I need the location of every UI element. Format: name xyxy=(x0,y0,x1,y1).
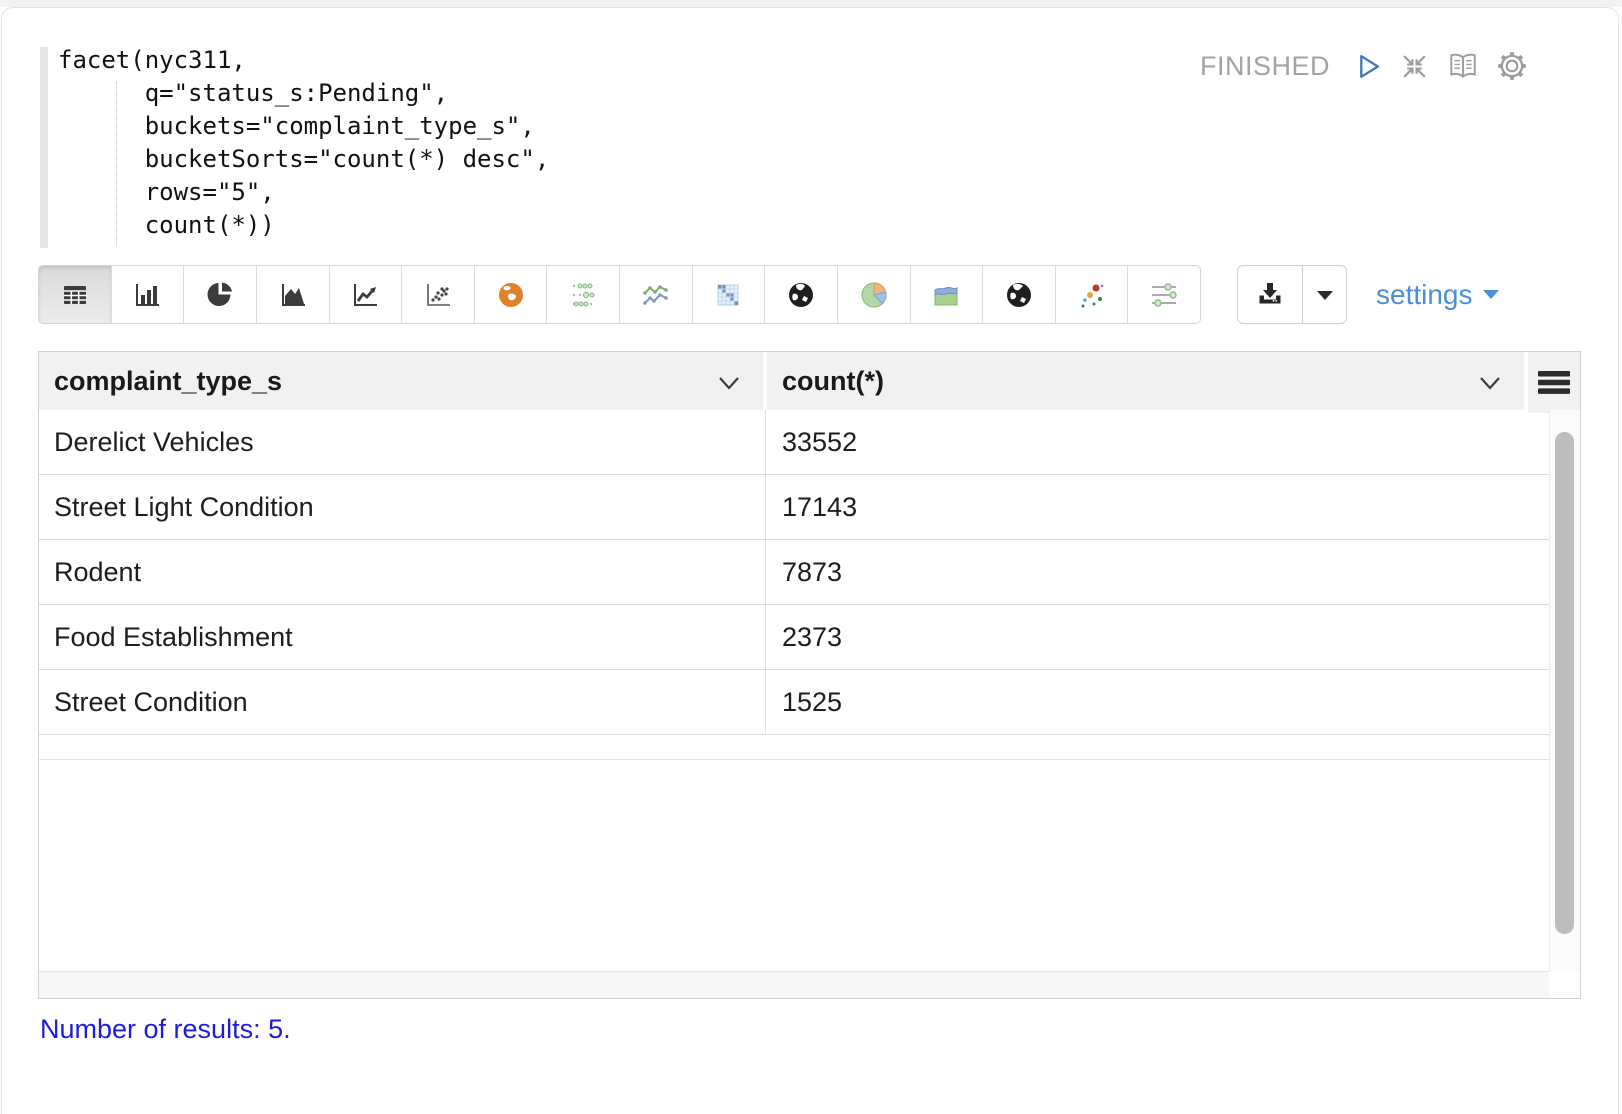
download-options-button[interactable] xyxy=(1303,266,1346,323)
pie-chart-icon xyxy=(205,280,235,310)
cell-complaint-type: Street Light Condition xyxy=(39,475,766,539)
column-header-complaint-type[interactable]: complaint_type_s xyxy=(39,352,763,410)
dot-matrix-icon xyxy=(568,280,598,310)
settings-gear-button[interactable] xyxy=(1496,50,1528,82)
table-row: Derelict Vehicles 33552 xyxy=(39,410,1549,475)
globe-dark-2-icon xyxy=(1004,280,1034,310)
chart-type-table[interactable] xyxy=(39,266,112,323)
table-row: Rodent 7873 xyxy=(39,540,1549,605)
chevron-down-icon[interactable] xyxy=(717,376,741,391)
chart-type-globe-2[interactable] xyxy=(983,266,1056,323)
table-row: Street Condition 1525 xyxy=(39,670,1549,735)
multi-line-chart-icon xyxy=(641,280,671,310)
cell-count: 33552 xyxy=(766,410,1549,474)
line-chart-icon xyxy=(350,280,380,310)
settings-toggle[interactable]: settings xyxy=(1376,265,1500,324)
column-header-label: complaint_type_s xyxy=(39,352,763,410)
chart-type-parallel-coordinates[interactable] xyxy=(1128,266,1200,323)
play-icon xyxy=(1352,51,1383,82)
map-globe-orange-icon xyxy=(496,280,526,310)
table-body-divider xyxy=(39,759,1549,760)
table-body: Derelict Vehicles 33552 Street Light Con… xyxy=(39,410,1549,735)
chart-type-line[interactable] xyxy=(330,266,403,323)
cell-complaint-type: Street Condition xyxy=(39,670,766,734)
chart-type-scatter[interactable] xyxy=(402,266,475,323)
cell-complaint-type: Rodent xyxy=(39,540,766,604)
table-row: Street Light Condition 17143 xyxy=(39,475,1549,540)
chart-type-area-pastel[interactable] xyxy=(911,266,984,323)
cell-count: 17143 xyxy=(766,475,1549,539)
cell-complaint-type: Derelict Vehicles xyxy=(39,410,766,474)
column-header-label: count(*) xyxy=(767,352,1524,410)
cell-count: 7873 xyxy=(766,540,1549,604)
zeppelin-paragraph: facet(nyc311, q="status_s:Pending", buck… xyxy=(0,0,1622,1114)
code-editor[interactable]: facet(nyc311, q="status_s:Pending", buck… xyxy=(58,44,549,242)
cell-count: 2373 xyxy=(766,605,1549,669)
paragraph-controls: FINISHED xyxy=(1200,48,1528,84)
area-chart-icon xyxy=(278,280,308,310)
gear-icon xyxy=(1496,50,1528,82)
status-badge: FINISHED xyxy=(1200,51,1330,82)
bubble-scatter-icon xyxy=(1077,280,1107,310)
table-scrollbar-thumb[interactable] xyxy=(1555,432,1574,934)
heatmap-icon xyxy=(713,280,743,310)
download-button[interactable] xyxy=(1238,266,1303,323)
chart-type-multi-line[interactable] xyxy=(620,266,693,323)
parallel-coordinates-icon xyxy=(1149,280,1179,310)
caret-down-icon xyxy=(1314,288,1336,302)
chart-type-heatmap[interactable] xyxy=(693,266,766,323)
table-row: Food Establishment 2373 xyxy=(39,605,1549,670)
table-icon xyxy=(60,280,90,310)
run-button[interactable] xyxy=(1352,51,1383,82)
chart-type-toolbar xyxy=(38,265,1201,324)
cell-count: 1525 xyxy=(766,670,1549,734)
bar-chart-icon xyxy=(132,280,162,310)
chart-type-bubble-scatter[interactable] xyxy=(1056,266,1129,323)
scatter-plot-icon xyxy=(423,280,453,310)
page-top-strip xyxy=(0,0,1622,7)
column-header-count[interactable]: count(*) xyxy=(767,352,1524,410)
download-icon xyxy=(1255,280,1285,310)
results-count-text: Number of results: 5. xyxy=(40,1014,291,1045)
chart-type-pie[interactable] xyxy=(184,266,257,323)
editor-gutter xyxy=(40,47,48,248)
compress-icon xyxy=(1399,51,1430,82)
chevron-down-icon[interactable] xyxy=(1478,376,1502,391)
table-menu-button[interactable] xyxy=(1528,352,1580,413)
chart-type-dot-matrix[interactable] xyxy=(547,266,620,323)
chart-type-bar[interactable] xyxy=(112,266,185,323)
cell-complaint-type: Food Establishment xyxy=(39,605,766,669)
globe-dark-icon xyxy=(786,280,816,310)
show-editor-button[interactable] xyxy=(1446,50,1480,82)
result-table: complaint_type_s count(*) Derelict Vehic… xyxy=(38,351,1581,999)
collapse-button[interactable] xyxy=(1399,51,1430,82)
caret-down-icon xyxy=(1482,288,1500,301)
chart-type-pie-pastel[interactable] xyxy=(838,266,911,323)
hamburger-icon xyxy=(1536,369,1572,396)
chart-type-globe-1[interactable] xyxy=(765,266,838,323)
chart-type-map[interactable] xyxy=(475,266,548,323)
chart-type-area[interactable] xyxy=(257,266,330,323)
area-pastel-icon xyxy=(931,280,961,310)
download-split-button xyxy=(1237,265,1347,324)
book-icon xyxy=(1446,50,1480,82)
pie-pastel-icon xyxy=(859,280,889,310)
table-footer-strip xyxy=(39,971,1549,998)
settings-label: settings xyxy=(1376,279,1473,311)
